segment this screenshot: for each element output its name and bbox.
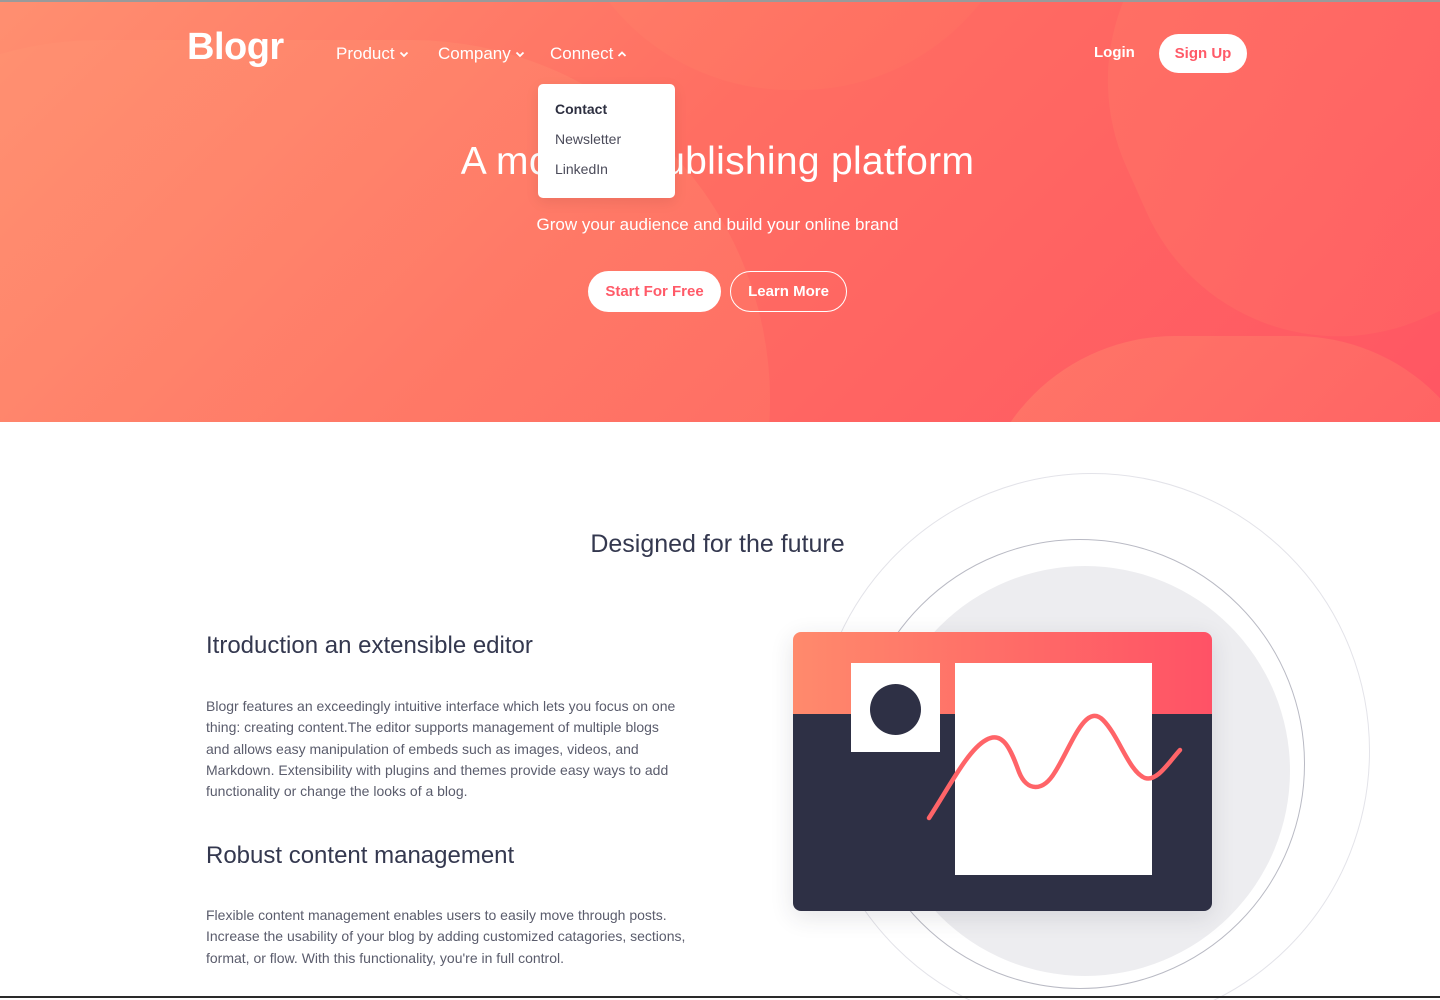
nav-product-label: Product	[336, 44, 395, 63]
login-link[interactable]: Login	[1094, 44, 1135, 61]
dropdown-item-contact[interactable]: Contact	[555, 100, 675, 130]
feature-text-editor: Blogr features an exceedingly intuitive …	[206, 698, 676, 800]
nav-connect[interactable]: Connect	[550, 44, 627, 64]
editor-illustration	[793, 632, 1212, 911]
chevron-up-icon	[618, 51, 627, 57]
nav-product[interactable]: Product	[336, 44, 409, 64]
window-bottom-border	[0, 996, 1440, 998]
hero-section: Blogr Product Company Connect Login Sign…	[0, 0, 1440, 422]
hero-bg-shape	[560, 0, 1030, 90]
logo[interactable]: Blogr	[187, 26, 284, 69]
chevron-down-icon	[515, 51, 524, 58]
nav-company-label: Company	[438, 44, 511, 63]
dropdown-item-linkedin[interactable]: LinkedIn	[555, 160, 675, 190]
feature-title-content-management: Robust content management	[206, 842, 515, 869]
signup-button[interactable]: Sign Up	[1159, 34, 1247, 73]
section-title: Designed for the future	[590, 530, 845, 558]
feature-text-content-management: Flexible content management enables user…	[206, 907, 686, 966]
chevron-down-icon	[399, 51, 408, 58]
nav-connect-label: Connect	[550, 44, 614, 63]
hero-bg-shape	[975, 336, 1440, 422]
nav-company[interactable]: Company	[438, 44, 525, 64]
window-top-border	[0, 0, 1440, 2]
feature-title-editor: Itroduction an extensible editor	[206, 632, 533, 659]
start-for-free-button[interactable]: Start For Free	[588, 271, 721, 312]
connect-dropdown-menu: Contact Newsletter LinkedIn	[538, 84, 675, 198]
dropdown-item-newsletter[interactable]: Newsletter	[555, 130, 675, 160]
hero-title: A modern publishing platform	[460, 140, 975, 183]
wave-line-graphic	[926, 713, 1183, 821]
learn-more-button[interactable]: Learn More	[730, 271, 847, 312]
hero-subtitle: Grow your audience and build your online…	[536, 215, 899, 234]
